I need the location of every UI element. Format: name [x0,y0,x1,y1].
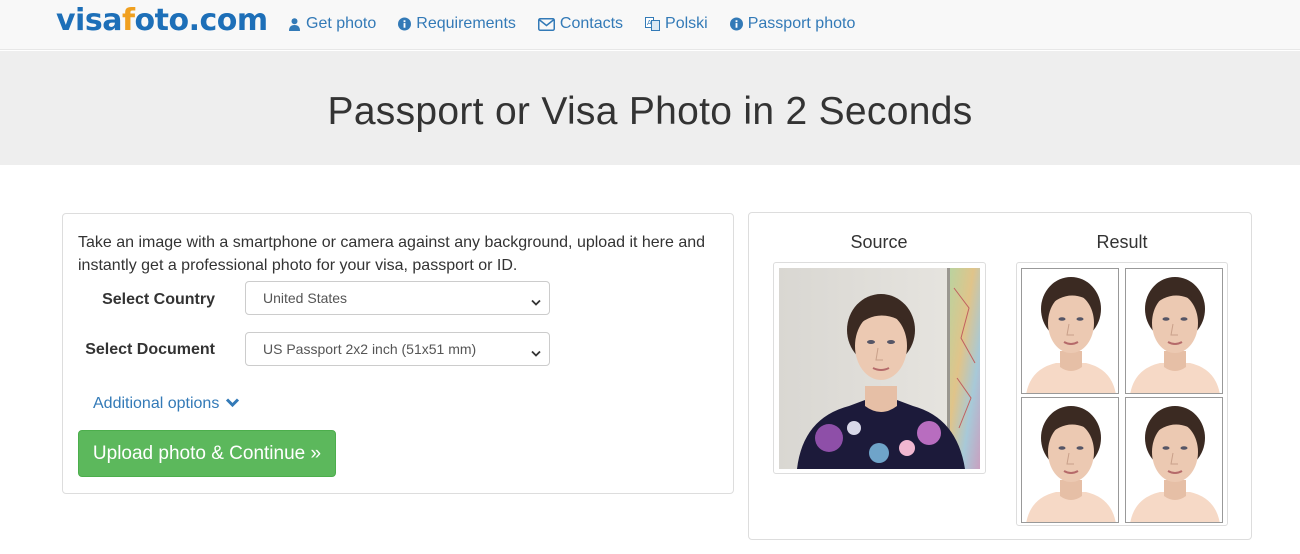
language-icon: A [645,17,661,31]
intro-text: Take an image with a smartphone or camer… [78,234,706,274]
hero-banner: Passport or Visa Photo in 2 Seconds [0,51,1300,165]
result-photo-2 [1125,268,1223,394]
chevron-down-icon [225,395,240,413]
nav-polski[interactable]: A Polski [645,15,708,33]
result-photo-3 [1021,397,1119,523]
example-preview-panel: Source Result [748,212,1252,540]
envelope-icon [537,17,555,31]
chevron-down-icon [531,345,541,361]
document-label: Select Document [85,341,215,358]
logo-text-oto: oto.com [134,3,269,38]
nav-contacts[interactable]: Contacts [537,15,624,33]
source-photo [779,268,980,469]
result-photos-frame [1016,262,1228,526]
source-photo-frame [773,262,986,474]
info-circle-icon [729,17,743,31]
logo-text-visa: visa [56,3,122,38]
page-title: Passport or Visa Photo in 2 Seconds [327,90,973,133]
user-icon [288,17,301,31]
top-navbar: visafoto.com Get photo Requirements Cont… [0,0,1300,50]
nav-links: Get photo Requirements Contacts A Polski… [288,15,855,33]
info-circle-icon [398,17,412,31]
nav-get-photo-label: Get photo [306,15,377,32]
site-logo[interactable]: visafoto.com [56,3,268,39]
nav-requirements[interactable]: Requirements [398,15,516,33]
nav-passport-photo[interactable]: Passport photo [729,15,856,33]
upload-continue-button[interactable]: Upload photo & Continue » [78,430,336,477]
nav-polski-label: Polski [665,15,708,32]
chevron-down-icon [531,294,541,310]
additional-options-label: Additional options [93,395,220,412]
country-select-value: United States [263,290,348,306]
result-title: Result [1096,232,1148,252]
additional-options-link[interactable]: Additional options [93,395,240,413]
country-label: Select Country [102,291,215,308]
nav-contacts-label: Contacts [559,15,624,32]
nav-get-photo[interactable]: Get photo [288,15,376,33]
nav-passport-photo-label: Passport photo [747,15,856,32]
logo-text-f: f [121,3,135,38]
document-select[interactable]: US Passport 2x2 inch (51x51 mm) [245,332,550,366]
source-title: Source [850,232,908,252]
svg-text:A: A [647,19,652,27]
document-select-value: US Passport 2x2 inch (51x51 mm) [263,341,477,357]
upload-form-panel: Take an image with a smartphone or camer… [62,213,734,494]
nav-requirements-label: Requirements [416,15,516,32]
result-photo-1 [1021,268,1119,394]
country-select[interactable]: United States [245,281,550,315]
result-photo-4 [1125,397,1223,523]
